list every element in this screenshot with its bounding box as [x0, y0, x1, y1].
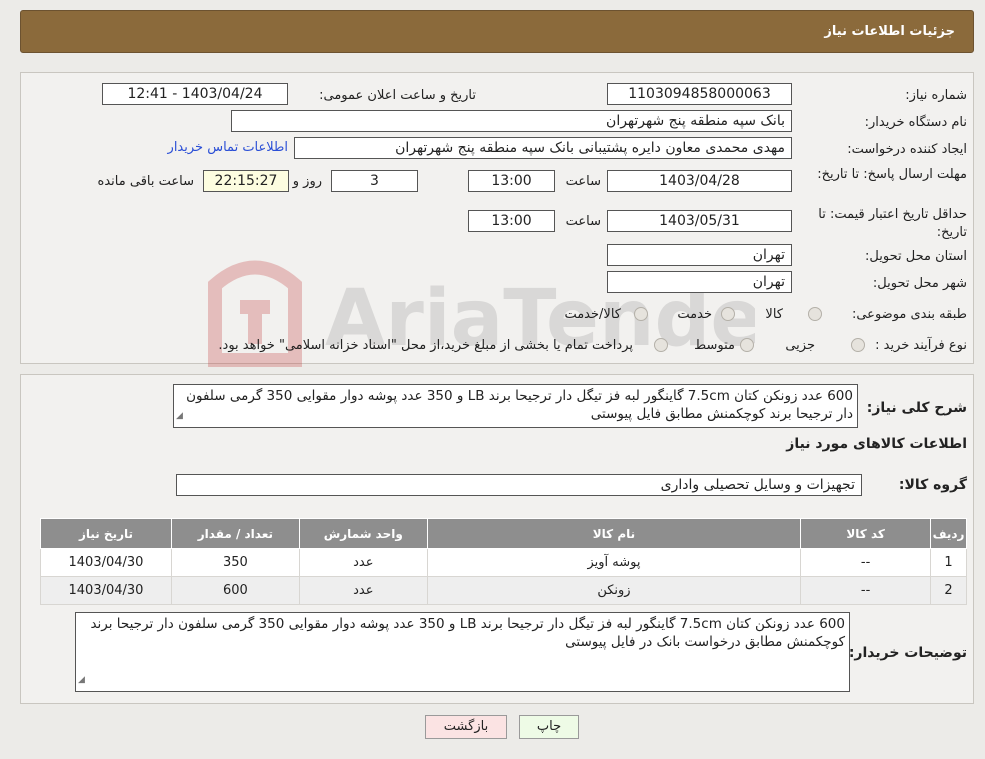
requester-label: ایجاد کننده درخواست: — [847, 142, 967, 157]
table-row[interactable]: 2 -- زونکن عدد 600 1403/04/30 — [40, 576, 967, 605]
page-header: جزئیات اطلاعات نیاز — [20, 10, 974, 53]
category-goods-label: کالا — [765, 307, 783, 322]
table-header-row: ردیف کد کالا نام کالا واحد شمارش تعداد /… — [40, 518, 967, 549]
remaining-time-field[interactable]: 22:15:27 — [203, 170, 289, 192]
city-field[interactable]: تهران — [607, 271, 792, 293]
buyer-notes-label: توضیحات خریدار: — [848, 645, 967, 661]
buyer-org-label: نام دستگاه خریدار: — [864, 115, 967, 130]
remaining-label: ساعت باقی مانده — [97, 174, 194, 189]
description-textarea[interactable]: 600 عدد زونکن کتان 7.5cm گاینگور لبه فز … — [173, 384, 858, 428]
validity-label: حداقل تاریخ اعتبار قیمت: تا تاریخ: — [818, 207, 967, 240]
buyer-notes-text: 600 عدد زونکن کتان 7.5cm گاینگور لبه فز … — [90, 616, 845, 650]
validity-date-field[interactable]: 1403/05/31 — [607, 210, 792, 232]
validity-time-field[interactable]: 13:00 — [468, 210, 555, 232]
cell-name: پوشه آویز — [426, 548, 802, 577]
cell-row-no: 2 — [930, 576, 967, 605]
days-label: روز و — [292, 174, 322, 189]
process-minor-label: جزیی — [785, 338, 815, 353]
city-label: شهر محل تحویل: — [872, 276, 967, 291]
col-header-name: نام کالا — [426, 518, 802, 549]
buyer-contact-link[interactable]: اطلاعات تماس خریدار — [168, 140, 288, 155]
page-title: جزئیات اطلاعات نیاز — [824, 24, 955, 39]
deadline-date-field[interactable]: 1403/04/28 — [607, 170, 792, 192]
cell-qty: 600 — [170, 576, 300, 605]
deadline-time-label: ساعت — [565, 174, 601, 189]
category-service-radio[interactable] — [721, 307, 735, 321]
announce-datetime-field[interactable]: 1403/04/24 - 12:41 — [102, 83, 288, 105]
category-label: طبقه بندی موضوعی: — [851, 307, 967, 322]
days-field[interactable]: 3 — [331, 170, 418, 192]
requester-field[interactable]: مهدی محمدی معاون دایره پشتیبانی بانک سپه… — [294, 137, 792, 159]
cell-row-no: 1 — [930, 548, 967, 577]
cell-name: زونکن — [426, 576, 802, 605]
cell-code: -- — [800, 576, 932, 605]
validity-time-label: ساعت — [565, 214, 601, 229]
col-header-code: کد کالا — [800, 518, 932, 549]
province-label: استان محل تحویل: — [865, 249, 967, 264]
need-number-field[interactable]: 1103094858000063 — [607, 83, 792, 105]
need-number-label: شماره نیاز: — [905, 88, 967, 103]
buyer-notes-textarea[interactable]: 600 عدد زونکن کتان 7.5cm گاینگور لبه فز … — [75, 612, 850, 692]
process-medium-label: متوسط — [694, 338, 735, 353]
back-button[interactable]: بازگشت — [425, 715, 507, 739]
col-header-unit: واحد شمارش — [298, 518, 428, 549]
col-header-date: تاریخ نیاز — [40, 518, 172, 549]
category-service-label: خدمت — [677, 307, 712, 322]
table-row[interactable]: 1 -- پوشه آویز عدد 350 1403/04/30 — [40, 548, 967, 577]
cell-code: -- — [800, 548, 932, 577]
cell-unit: عدد — [298, 576, 428, 605]
resize-handle-icon[interactable]: ◢ — [176, 407, 183, 425]
col-header-row-no: ردیف — [930, 518, 967, 549]
goods-info-title: اطلاعات کالاهای مورد نیاز — [786, 436, 967, 452]
province-field[interactable]: تهران — [607, 244, 792, 266]
process-note: پرداخت تمام یا بخشی از مبلغ خرید،از محل … — [218, 338, 633, 353]
cell-unit: عدد — [298, 548, 428, 577]
print-button[interactable]: چاپ — [519, 715, 579, 739]
process-label: نوع فرآیند خرید : — [875, 338, 967, 353]
category-goods-service-label: کالا/خدمت — [564, 307, 621, 322]
description-label: شرح کلی نیاز: — [866, 400, 967, 416]
process-medium-radio[interactable] — [740, 338, 754, 352]
col-header-qty: تعداد / مقدار — [170, 518, 300, 549]
resize-handle-icon[interactable]: ◢ — [78, 671, 85, 689]
deadline-label: مهلت ارسال پاسخ: تا تاریخ: — [817, 167, 967, 182]
cell-qty: 350 — [170, 548, 300, 577]
buyer-org-field[interactable]: بانک سپه منطقه پنج شهرتهران — [231, 110, 792, 132]
category-goods-radio[interactable] — [808, 307, 822, 321]
category-goods-service-radio[interactable] — [634, 307, 648, 321]
goods-group-label: گروه کالا: — [898, 477, 967, 493]
announce-label: تاریخ و ساعت اعلان عمومی: — [319, 88, 476, 103]
cell-date: 1403/04/30 — [40, 576, 172, 605]
process-minor-radio[interactable] — [851, 338, 865, 352]
cell-date: 1403/04/30 — [40, 548, 172, 577]
goods-group-field[interactable]: تجهیزات و وسایل تحصیلی واداری — [176, 474, 862, 496]
items-table: ردیف کد کالا نام کالا واحد شمارش تعداد /… — [40, 518, 967, 605]
deadline-time-field[interactable]: 13:00 — [468, 170, 555, 192]
description-text: 600 عدد زونکن کتان 7.5cm گاینگور لبه فز … — [186, 388, 853, 422]
process-treasury-checkbox[interactable] — [654, 338, 668, 352]
